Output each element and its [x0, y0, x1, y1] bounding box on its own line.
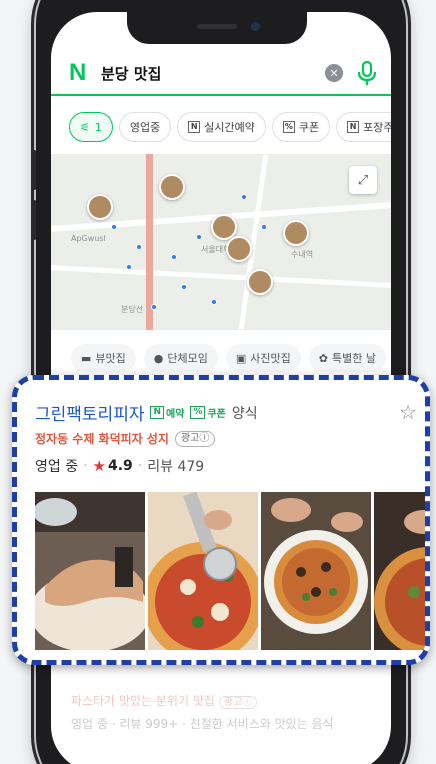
- map-place-pin[interactable]: [283, 220, 309, 246]
- theme-chip-view[interactable]: ▬ 뷰맛집: [71, 344, 136, 372]
- naver-logo-icon: N: [69, 59, 87, 86]
- camera-lens: [251, 22, 260, 31]
- map-view[interactable]: ApGwusl 서울대학교 분당선 수내역 ⤢: [51, 154, 391, 330]
- photo-strip[interactable]: [35, 492, 425, 650]
- photo-pizza-cutter[interactable]: [148, 492, 258, 650]
- chip-label: 사진맛집: [250, 352, 291, 365]
- place-category: 양식: [231, 405, 258, 422]
- map-marker-dot[interactable]: [196, 234, 202, 240]
- microphone-icon: [357, 60, 377, 85]
- filter-count: 1: [94, 120, 102, 134]
- naver-badge-icon: N: [188, 121, 201, 133]
- chip-label: 포장주: [363, 121, 391, 134]
- map-label: 분당선: [121, 305, 144, 314]
- map-marker-dot[interactable]: [136, 244, 142, 250]
- place-meta: 영업 중 · ★ 4.9 · 리뷰 479: [35, 456, 204, 476]
- place-name-link[interactable]: 그린팩토리피자: [35, 400, 144, 425]
- filter-chip-realtime-reservation[interactable]: N 실시간예약: [177, 112, 266, 142]
- chip-label: 실시간예약: [204, 121, 255, 134]
- map-marker-dot[interactable]: [241, 194, 247, 200]
- theme-chip-group[interactable]: ● 단체모임: [143, 344, 218, 372]
- review-count[interactable]: 리뷰 479: [147, 456, 204, 476]
- map-marker-dot[interactable]: [111, 224, 117, 230]
- ad-badge: 광고ⓘ: [218, 696, 258, 709]
- filter-chip-open-now[interactable]: 영업중: [118, 112, 172, 142]
- rating-value: 4.9: [108, 458, 133, 474]
- promo-text: 정자동 수제 화덕피자 성지: [35, 432, 169, 446]
- save-place-button[interactable]: ☆: [399, 400, 417, 424]
- flower-icon: ✿: [318, 351, 328, 365]
- chip-label: 특별한 날: [331, 352, 376, 365]
- phone-side-button: [33, 200, 36, 240]
- map-place-pin[interactable]: [226, 236, 252, 262]
- map-place-pin[interactable]: [87, 194, 113, 220]
- filter-chip-takeout[interactable]: N 포장주: [336, 112, 391, 142]
- chip-label: 영업중: [129, 121, 161, 134]
- voice-search-button[interactable]: [357, 60, 377, 86]
- phone-side-button: [33, 150, 36, 190]
- map-marker-dot[interactable]: [151, 304, 157, 310]
- map-road: [51, 265, 391, 288]
- coupon-badge-icon: %: [282, 121, 295, 133]
- phone-notch: [127, 12, 307, 44]
- map-marker-dot[interactable]: [211, 299, 217, 305]
- people-icon: ●: [153, 351, 164, 365]
- promo-line: 정자동 수제 화덕피자 성지 광고ⓘ: [35, 430, 216, 447]
- map-label: 수내역: [291, 250, 314, 259]
- expand-icon: ⤢: [357, 172, 369, 188]
- search-input[interactable]: 분당 맛집: [101, 63, 325, 84]
- close-icon: ✕: [329, 66, 339, 80]
- chip-label: 뷰맛집: [95, 352, 126, 365]
- sliders-icon: ⚟: [80, 120, 90, 134]
- photo-dough-kneading[interactable]: [35, 492, 145, 650]
- separator: ·: [83, 458, 88, 474]
- naver-badge-icon: N: [150, 406, 165, 419]
- chip-label: 단체모임: [167, 352, 208, 365]
- naver-badge-icon: N: [347, 121, 360, 133]
- map-marker-dot[interactable]: [171, 254, 177, 260]
- filter-chip-options[interactable]: ⚟ 1: [69, 112, 113, 142]
- theme-chips: ▬ 뷰맛집 ● 단체모임 ▣ 사진맛집 ✿ 특별한 날: [71, 344, 386, 372]
- separator: ·: [137, 458, 143, 474]
- coupon-badge-icon: %: [190, 406, 206, 419]
- ad-badge[interactable]: 광고ⓘ: [174, 430, 216, 447]
- next-result-meta: 영업 중 · 리뷰 999+ · 친절한 서비스와 맛있는 음식: [71, 717, 334, 731]
- photo-pizza-topping[interactable]: [374, 492, 425, 650]
- promo-text: 파스타가 맛있는 분위기 맛집: [71, 694, 215, 708]
- theme-chip-special-day[interactable]: ✿ 특별한 날: [308, 344, 386, 372]
- filter-chips: ⚟ 1 영업중 N 실시간예약 % 쿠폰 N 포장주: [69, 112, 391, 142]
- star-filled-icon: ★: [92, 457, 106, 475]
- coupon-tag: % 쿠폰: [190, 405, 226, 420]
- tag-label: 예약: [166, 409, 185, 420]
- speaker: [197, 24, 237, 29]
- map-expand-button[interactable]: ⤢: [349, 166, 377, 194]
- map-marker-dot[interactable]: [181, 284, 187, 290]
- map-place-pin[interactable]: [247, 269, 273, 295]
- clear-search-button[interactable]: ✕: [325, 64, 343, 82]
- reservation-tag: N 예약: [150, 405, 184, 420]
- map-marker-dot[interactable]: [261, 224, 267, 230]
- landscape-icon: ▬: [81, 351, 92, 365]
- card-title-row: 그린팩토리피자 N 예약 % 쿠폰 양식 ☆: [35, 400, 425, 425]
- map-place-pin[interactable]: [159, 174, 185, 200]
- star-outline-icon: ☆: [399, 400, 417, 424]
- next-result-promo: 파스타가 맛있는 분위기 맛집 광고ⓘ: [71, 692, 258, 709]
- place-result-card[interactable]: 그린팩토리피자 N 예약 % 쿠폰 양식 ☆ 정자동 수제 화덕피자 성지 광고ⓘ …: [12, 375, 430, 665]
- photo-pizza-plate[interactable]: [261, 492, 371, 650]
- filter-chip-coupon[interactable]: % 쿠폰: [271, 112, 331, 142]
- search-bar[interactable]: N 분당 맛집 ✕: [51, 52, 391, 96]
- map-marker-dot[interactable]: [126, 264, 132, 270]
- chip-label: 쿠폰: [298, 121, 320, 134]
- theme-chip-photo[interactable]: ▣ 사진맛집: [225, 344, 301, 372]
- tag-label: 쿠폰: [207, 409, 226, 420]
- camera-icon: ▣: [235, 351, 247, 365]
- map-label: ApGwusl: [71, 234, 106, 243]
- business-status: 영업 중: [35, 459, 79, 475]
